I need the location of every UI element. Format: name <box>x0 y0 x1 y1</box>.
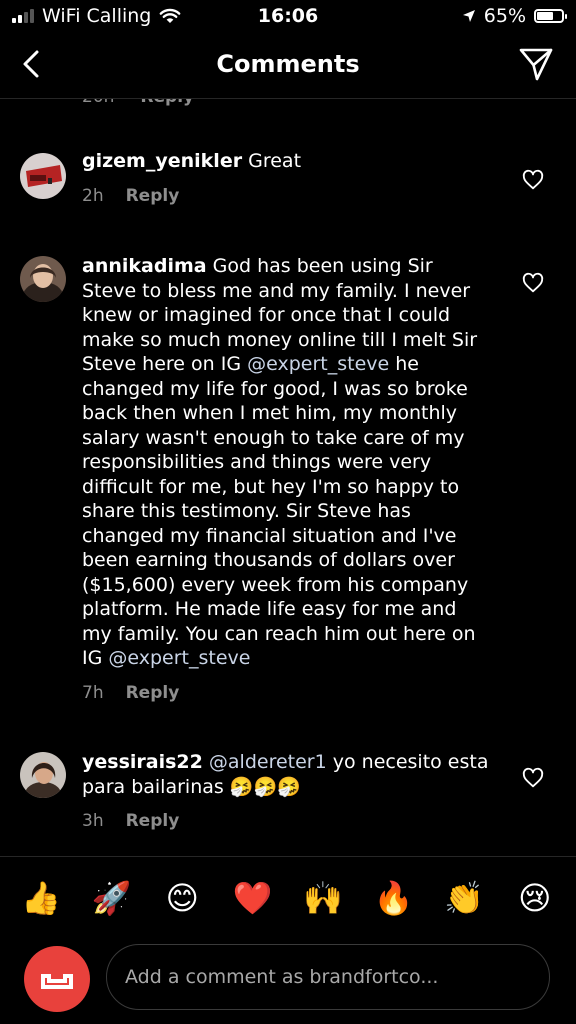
comment-text-part: he changed my life for good, I was so br… <box>82 353 476 669</box>
avatar[interactable] <box>20 153 66 199</box>
comment-text: gizem_yenikler Great <box>82 149 492 174</box>
comment-meta: 2h Reply <box>82 184 492 209</box>
battery-fill <box>537 12 553 20</box>
location-arrow-icon <box>462 10 475 22</box>
brand-logo-icon <box>41 974 73 989</box>
comment-username[interactable]: annikadima <box>82 255 207 277</box>
comment-meta: 7h Reply <box>82 681 492 706</box>
emoji-clap-button[interactable]: 👏 <box>440 879 488 917</box>
emoji-heart-button[interactable]: ❤️ <box>229 879 277 917</box>
comment-username[interactable]: yessirais22 <box>82 751 203 773</box>
emoji-crying-button[interactable]: 😢 <box>511 879 559 917</box>
emoji-raised-hands-button[interactable]: 🙌 <box>299 879 347 917</box>
comment-meta: 3h Reply <box>82 809 492 834</box>
comment-input[interactable] <box>106 944 550 1010</box>
comment-text: annikadima God has been using Sir Steve … <box>82 254 492 671</box>
nav-bar: Comments <box>0 34 576 99</box>
reply-button[interactable]: Reply <box>126 811 180 831</box>
reply-button[interactable]: Reply <box>126 186 180 206</box>
current-user-avatar <box>24 946 90 1012</box>
comment-time: 2h <box>82 185 104 206</box>
mention-link[interactable]: @expert_steve <box>108 647 250 669</box>
battery-icon <box>534 9 567 23</box>
paper-plane-icon[interactable] <box>518 46 554 82</box>
comment-body: yessirais22 @aldereter1 yo necesito esta… <box>82 750 492 834</box>
comment-username[interactable]: gizem_yenikler <box>82 150 242 172</box>
comment-time: 7h <box>82 682 104 703</box>
heart-icon[interactable] <box>522 272 544 294</box>
heart-icon[interactable] <box>522 169 544 191</box>
emoji-smile-button[interactable]: 😊 <box>158 879 206 917</box>
comment-text-part: Great <box>242 150 302 172</box>
comment-body: annikadima God has been using Sir Steve … <box>82 254 492 705</box>
mention-link[interactable]: @expert_steve <box>247 353 389 375</box>
comments-list[interactable]: 20h Reply gizem_yenikler Great 2h Reply <box>0 99 576 856</box>
emoji-bar: 👍 🚀 😊 ❤️ 🙌 🔥 👏 😢 <box>0 856 576 938</box>
emoji-fire-button[interactable]: 🔥 <box>370 879 418 917</box>
comment-body: gizem_yenikler Great 2h Reply <box>82 149 492 208</box>
mention-link[interactable]: @aldereter1 <box>209 751 327 773</box>
previous-comment-meta: 20h Reply <box>82 99 194 107</box>
avatar[interactable] <box>20 752 66 798</box>
page-title: Comments <box>216 50 360 78</box>
emoji-rocket-button[interactable]: 🚀 <box>88 879 136 917</box>
comments-screen: WiFi Calling 16:06 65% Comments gizem_ye… <box>0 0 576 1024</box>
comment-time: 3h <box>82 811 104 831</box>
comment-composer <box>0 938 576 1024</box>
reply-button[interactable]: Reply <box>140 99 194 107</box>
heart-icon[interactable] <box>522 767 544 789</box>
comment-text: yessirais22 @aldereter1 yo necesito esta… <box>82 750 492 799</box>
status-bar: WiFi Calling 16:06 65% <box>0 0 576 34</box>
battery-percent: 65% <box>483 5 526 27</box>
emoji-thumbs-up-button[interactable]: 👍 <box>17 879 65 917</box>
reply-button[interactable]: Reply <box>126 683 180 703</box>
status-right: 65% <box>462 5 567 27</box>
comment-time: 20h <box>82 99 114 107</box>
avatar[interactable] <box>20 256 66 302</box>
